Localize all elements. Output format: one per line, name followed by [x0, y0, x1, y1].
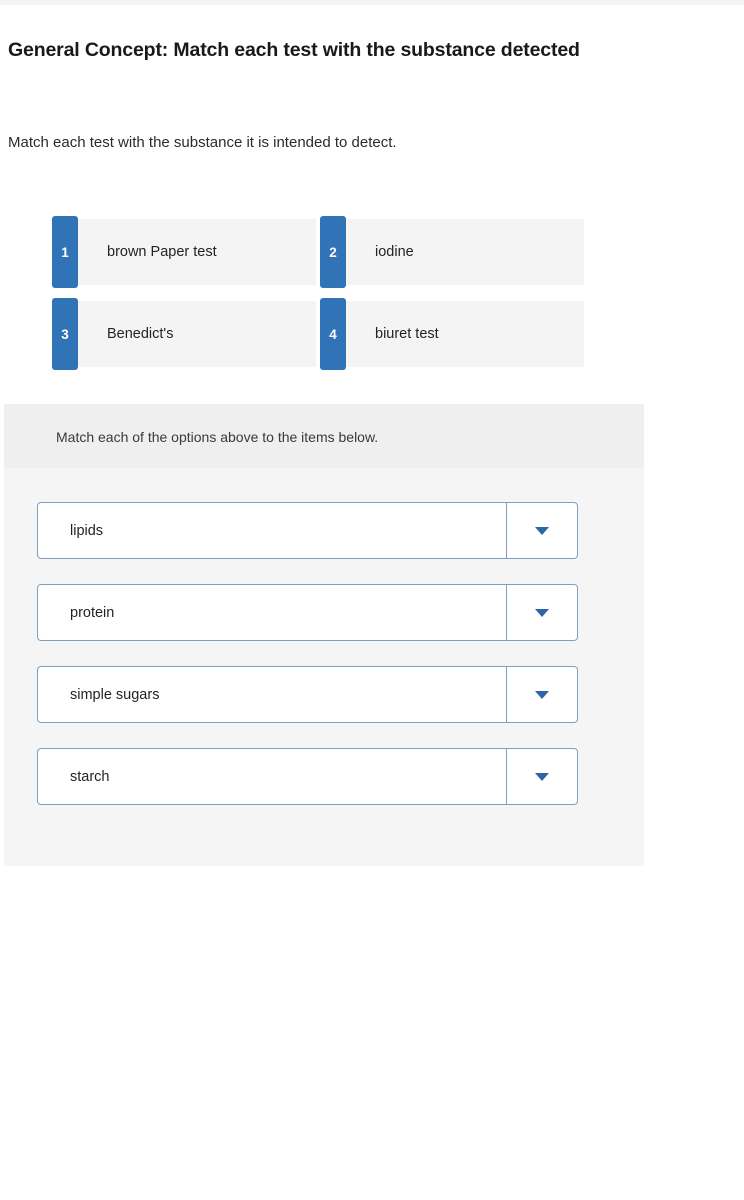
- question-prompt: Match each test with the substance it is…: [8, 134, 397, 151]
- option-number-badge-1: 1: [52, 216, 78, 288]
- option-label-4: biuret test: [375, 326, 439, 342]
- option-card-1[interactable]: 1 brown Paper test: [52, 216, 316, 288]
- match-panel-header: Match each of the options above to the i…: [4, 404, 644, 468]
- chevron-down-icon[interactable]: [507, 749, 577, 804]
- match-dropdown-list: lipids protein simple sugars starch: [37, 502, 582, 830]
- page-title: General Concept: Match each test with th…: [8, 39, 580, 61]
- option-card-4[interactable]: 4 biuret test: [320, 298, 584, 370]
- options-grid: 1 brown Paper test 2 iodine 3 Benedict's…: [52, 216, 584, 372]
- caret-shape: [535, 690, 549, 699]
- option-body-2: iodine: [346, 219, 584, 285]
- option-card-2[interactable]: 2 iodine: [320, 216, 584, 288]
- option-label-1: brown Paper test: [107, 244, 217, 260]
- chevron-down-icon[interactable]: [507, 667, 577, 722]
- option-label-2: iodine: [375, 244, 414, 260]
- option-number-badge-4: 4: [320, 298, 346, 370]
- chevron-down-icon[interactable]: [507, 585, 577, 640]
- match-dropdown-lipids[interactable]: lipids: [37, 502, 578, 559]
- option-label-3: Benedict's: [107, 326, 174, 342]
- caret-shape: [535, 608, 549, 617]
- match-dropdown-value-protein: protein: [70, 604, 115, 621]
- caret-shape: [535, 772, 549, 781]
- match-dropdown-value-lipids: lipids: [70, 522, 104, 539]
- match-dropdown-simple-sugars[interactable]: simple sugars: [37, 666, 578, 723]
- match-dropdown-starch[interactable]: starch: [37, 748, 578, 805]
- option-number-badge-3: 3: [52, 298, 78, 370]
- question-page: General Concept: Match each test with th…: [0, 0, 744, 1200]
- chevron-down-icon[interactable]: [507, 503, 577, 558]
- option-body-1: brown Paper test: [78, 219, 316, 285]
- match-dropdown-value-starch: starch: [70, 768, 110, 785]
- option-card-3[interactable]: 3 Benedict's: [52, 298, 316, 370]
- match-panel: Match each of the options above to the i…: [4, 404, 644, 866]
- match-panel-instruction: Match each of the options above to the i…: [56, 429, 379, 445]
- match-dropdown-value-simple-sugars: simple sugars: [70, 686, 160, 703]
- option-body-4: biuret test: [346, 301, 584, 367]
- option-body-3: Benedict's: [78, 301, 316, 367]
- caret-shape: [535, 526, 549, 535]
- match-dropdown-protein[interactable]: protein: [37, 584, 578, 641]
- option-number-badge-2: 2: [320, 216, 346, 288]
